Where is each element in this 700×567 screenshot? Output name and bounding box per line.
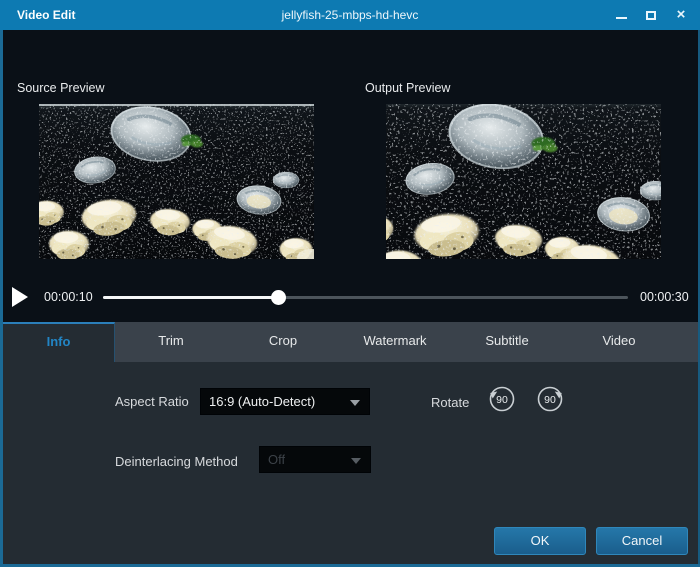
chevron-down-icon [350, 400, 360, 406]
aspect-ratio-select[interactable]: 16:9 (Auto-Detect) [200, 388, 370, 415]
seek-handle[interactable] [271, 290, 286, 305]
rotate-cw-icon: 90 [535, 384, 565, 414]
deinterlacing-select: Off [259, 446, 371, 473]
aspect-ratio-value: 16:9 (Auto-Detect) [201, 394, 315, 409]
tab-subtitle[interactable]: Subtitle [451, 322, 563, 362]
jellyfish-frame [386, 104, 661, 259]
window-controls: × [614, 0, 688, 30]
close-button[interactable]: × [674, 7, 688, 23]
svg-text:90: 90 [544, 394, 556, 406]
play-icon [12, 287, 28, 307]
video-edit-window: Video Edit jellyfish-25-mbps-hd-hevc × S… [0, 0, 700, 567]
maximize-icon [646, 11, 656, 20]
tab-video[interactable]: Video [563, 322, 675, 362]
deinterlacing-value: Off [260, 452, 285, 467]
maximize-button[interactable] [644, 7, 658, 23]
minimize-icon [616, 17, 627, 19]
total-time: 00:00:30 [640, 290, 689, 304]
minimize-button[interactable] [614, 7, 628, 23]
rotate-ccw-icon: 90 [487, 384, 517, 414]
ok-button[interactable]: OK [494, 527, 586, 555]
tab-crop[interactable]: Crop [227, 322, 339, 362]
output-preview-label: Output Preview [365, 81, 450, 95]
tab-info[interactable]: Info [3, 322, 115, 362]
play-button[interactable] [12, 285, 34, 309]
current-time: 00:00:10 [44, 290, 93, 304]
svg-text:90: 90 [496, 394, 508, 406]
aspect-ratio-label: Aspect Ratio [115, 394, 189, 409]
document-title: jellyfish-25-mbps-hd-hevc [0, 0, 700, 30]
jellyfish-frame [39, 104, 314, 259]
tab-bar: Info Trim Crop Watermark Subtitle Video [3, 322, 698, 362]
preview-area: Source Preview Output Preview 00:00:10 0… [0, 30, 700, 322]
output-preview-video [386, 104, 661, 259]
deinterlacing-label: Deinterlacing Method [115, 454, 238, 469]
window-border-left [0, 30, 3, 567]
titlebar: Video Edit jellyfish-25-mbps-hd-hevc × [0, 0, 700, 30]
tab-watermark[interactable]: Watermark [339, 322, 451, 362]
tab-trim[interactable]: Trim [115, 322, 227, 362]
source-preview-video [39, 104, 314, 259]
seek-slider[interactable] [103, 288, 628, 307]
rotate-cw-button[interactable]: 90 [535, 384, 565, 414]
cancel-button[interactable]: Cancel [596, 527, 688, 555]
rotate-label: Rotate [431, 395, 469, 410]
close-icon: × [677, 7, 686, 23]
seek-fill [103, 296, 278, 299]
rotate-ccw-button[interactable]: 90 [487, 384, 517, 414]
source-preview-label: Source Preview [17, 81, 105, 95]
chevron-down-icon [351, 458, 361, 464]
